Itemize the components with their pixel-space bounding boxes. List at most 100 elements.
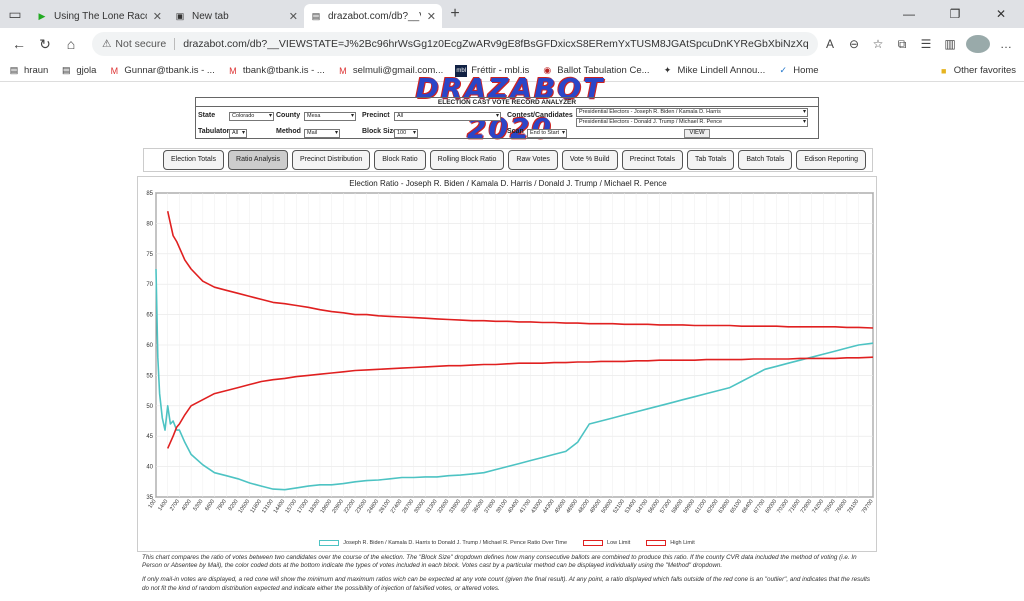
bookmark-item[interactable]: ▤ gjola [60, 65, 96, 77]
tab-actions-icon[interactable]: ▭ [0, 0, 30, 28]
page-icon: ▤ [311, 10, 321, 21]
y-tick-label: 60 [146, 343, 153, 349]
back-icon[interactable]: ← [6, 36, 32, 52]
view-button[interactable]: VIEW [684, 129, 710, 138]
tab-batch-totals[interactable]: Batch Totals [738, 150, 793, 170]
x-tick-label: 1400 [157, 499, 169, 512]
state-label: State [198, 112, 216, 119]
collections-icon[interactable]: ⧉ [890, 37, 914, 52]
blocksize-select[interactable]: 100 [394, 129, 418, 138]
read-aloud-icon[interactable]: A [818, 37, 842, 51]
tab-rolling-block-ratio[interactable]: Rolling Block Ratio [429, 150, 505, 170]
close-icon[interactable]: ✕ [427, 10, 436, 23]
favorites-bar-icon[interactable]: ☰ [914, 37, 938, 51]
gmail-icon: M [339, 65, 347, 76]
close-icon[interactable]: ✕ [289, 10, 298, 23]
gmail-icon: M [110, 65, 119, 76]
legend-item-ratio[interactable]: Joseph R. Biden / Kamala D. Harris to Do… [319, 540, 567, 546]
play-icon: ▶ [38, 10, 46, 21]
other-favorites[interactable]: ■ Other favorites [938, 65, 1016, 77]
reload-icon[interactable]: ↻ [32, 36, 58, 53]
address-bar: ← ↻ ⌂ ⚠ Not secure drazabot.com/db?__VIE… [0, 28, 1024, 60]
x-tick-label: 7900 [216, 499, 228, 512]
folder-icon: ■ [940, 65, 947, 76]
precinct-label: Precinct [362, 112, 390, 119]
contest-select-1[interactable]: Presidential Electors - Joseph R. Biden … [576, 108, 808, 117]
maximize-icon[interactable]: ❐ [932, 7, 978, 21]
state-select[interactable]: Colorado [229, 112, 274, 121]
blocksize-label: Block Size [362, 128, 398, 135]
tabulator-select[interactable]: All [229, 129, 247, 138]
control-panel: ELECTION CAST VOTE RECORD ANALYZER State… [195, 97, 819, 139]
home-icon[interactable]: ⌂ [58, 36, 84, 52]
tab-raw-votes[interactable]: Raw Votes [508, 150, 558, 170]
tab-election-totals[interactable]: Election Totals [163, 150, 225, 170]
browser-tab-bar: ▭ ▶ Using The Lone Raccoon's Draza ✕ ▣ N… [0, 0, 1024, 28]
chart-description: This chart compares the ratio of votes b… [142, 554, 877, 599]
zoom-icon[interactable]: ⊖ [842, 37, 866, 51]
bookmark-item[interactable]: Mtbank@tbank.is - ... [227, 65, 325, 77]
more-icon[interactable]: … [994, 37, 1018, 51]
gmail-icon: M [229, 65, 237, 76]
method-label: Method [276, 128, 301, 135]
tab-tab-totals[interactable]: Tab Totals [686, 150, 735, 170]
method-select[interactable]: Mail [304, 129, 340, 138]
favorite-icon[interactable]: ☆ [866, 37, 890, 51]
tab-vote-build[interactable]: Vote % Build [561, 150, 618, 170]
chart-panel: Election Ratio - Joseph R. Biden / Kamal… [137, 176, 877, 552]
y-tick-label: 75 [146, 252, 153, 258]
browser-tab-2[interactable]: ▣ New tab ✕ [168, 4, 304, 28]
x-tick-label: 6600 [204, 499, 216, 512]
tabulator-label: Tabulator [198, 128, 230, 135]
x-tick-label: 79700 [861, 499, 875, 515]
scan-select[interactable]: End to Start [527, 129, 567, 138]
page-icon: ▤ [62, 65, 71, 75]
y-tick-label: 55 [146, 373, 153, 379]
y-tick-label: 45 [146, 434, 153, 440]
ratio-chart: 3540455055606570758085100 1400 2700 4000 530… [146, 191, 875, 515]
analysis-tabs: Election Totals Ratio Analysis Precinct Di… [143, 148, 873, 172]
tab-precinct-distribution[interactable]: Precinct Distribution [291, 150, 371, 170]
legend-item-high[interactable]: High Limit [646, 540, 695, 546]
y-tick-label: 65 [146, 313, 153, 319]
bookmark-item[interactable]: ▤ hraun [8, 65, 49, 77]
scan-label: Scan [507, 128, 524, 135]
description-paragraph-2: If only mail-in votes are displayed, a r… [142, 576, 871, 592]
browser-tab-3[interactable]: ▤ drazabot.com/db?__VIEWSTATE= ✕ [304, 4, 442, 28]
tab-block-ratio[interactable]: Block Ratio [374, 150, 426, 170]
x-tick-label: 5300 [193, 499, 205, 512]
y-tick-label: 50 [146, 404, 153, 410]
county-select[interactable]: Mesa [304, 112, 356, 121]
newtab-icon: ▣ [175, 10, 185, 21]
avatar[interactable] [966, 35, 990, 53]
bookmark-item[interactable]: M Gunnar@tbank.is - ... [108, 65, 215, 77]
warning-icon: ⚠ [102, 38, 112, 50]
browser-tab-1[interactable]: ▶ Using The Lone Raccoon's Draza ✕ [30, 4, 168, 28]
close-icon[interactable]: ✕ [153, 10, 162, 23]
x-tick-label: 10500 [238, 499, 252, 515]
tab-ratio-analysis[interactable]: Ratio Analysis [228, 150, 288, 170]
tab-edison-reporting[interactable]: Edison Reporting [796, 150, 867, 170]
check-icon: ✓ [779, 65, 787, 75]
y-tick-label: 80 [146, 221, 153, 227]
new-tab-icon[interactable]: + [442, 0, 468, 28]
legend-item-low[interactable]: Low Limit [583, 540, 630, 546]
control-panel-header: ELECTION CAST VOTE RECORD ANALYZER [196, 98, 818, 107]
y-tick-label: 40 [146, 465, 153, 471]
contest-label: Contest/Candidates [507, 112, 573, 119]
county-label: County [276, 112, 301, 119]
precinct-select[interactable]: All [394, 112, 501, 121]
page-icon: ▤ [9, 65, 19, 75]
tab-precinct-totals[interactable]: Precinct Totals [621, 150, 683, 170]
collections-alt-icon[interactable]: ▥ [938, 37, 962, 51]
x-tick-label: 2700 [169, 499, 181, 512]
eagle-icon: ✦ [663, 65, 672, 75]
y-tick-label: 85 [146, 191, 153, 197]
close-window-icon[interactable]: ✕ [978, 7, 1024, 21]
minimize-icon[interactable]: — [886, 7, 932, 21]
url-field[interactable]: ⚠ Not secure drazabot.com/db?__VIEWSTATE… [92, 32, 818, 56]
bookmark-item[interactable]: ✓ Home [777, 65, 818, 77]
description-paragraph-1: This chart compares the ratio of votes b… [142, 554, 857, 570]
contest-select-2[interactable]: Presidential Electors - Donald J. Trump … [576, 118, 808, 127]
bookmark-item[interactable]: ✦ Mike Lindell Annou... [662, 65, 765, 77]
